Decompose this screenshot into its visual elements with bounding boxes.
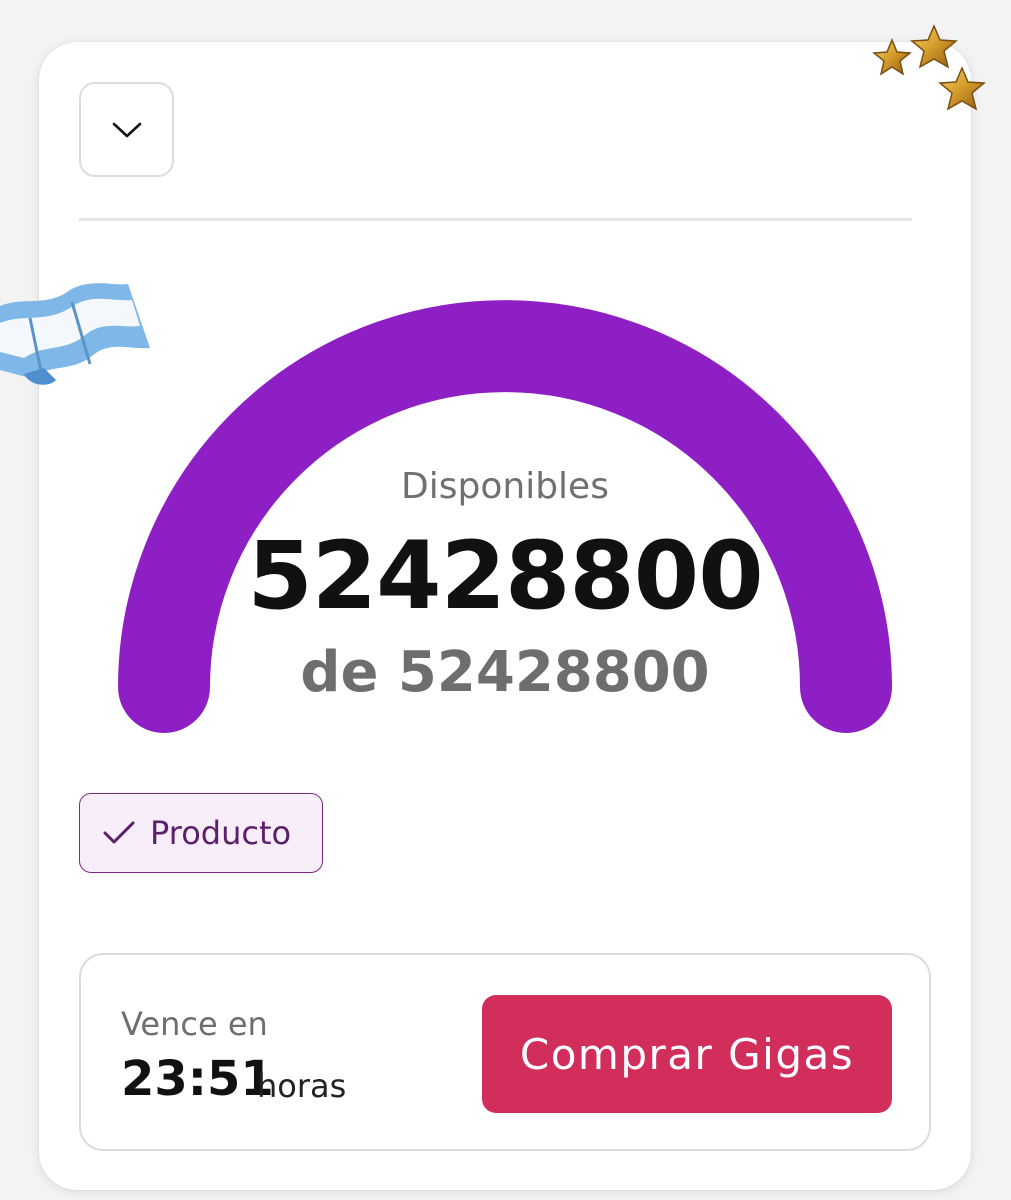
buy-gigas-button[interactable]: Comprar Gigas bbox=[482, 995, 892, 1113]
total-amount: de 52428800 bbox=[300, 640, 710, 705]
available-amount: 52428800 bbox=[247, 522, 763, 631]
product-filter-chip[interactable]: Producto bbox=[79, 793, 323, 873]
expiry-title: Vence en bbox=[121, 1005, 268, 1043]
gauge-arc bbox=[118, 300, 892, 733]
data-balance-card: Disponibles 52428800 de 52428800 Product… bbox=[39, 42, 971, 1190]
gauge-title: Disponibles bbox=[401, 466, 609, 507]
argentina-flag-icon bbox=[0, 283, 150, 385]
expiry-unit: horas bbox=[257, 1067, 347, 1105]
check-icon bbox=[103, 821, 135, 844]
stars-icon bbox=[872, 24, 986, 111]
chip-label: Producto bbox=[150, 814, 292, 852]
expiry-time: 23:51 bbox=[121, 1051, 274, 1107]
expiry-panel: Vence en 23:51 horas Comprar Gigas bbox=[79, 953, 931, 1151]
